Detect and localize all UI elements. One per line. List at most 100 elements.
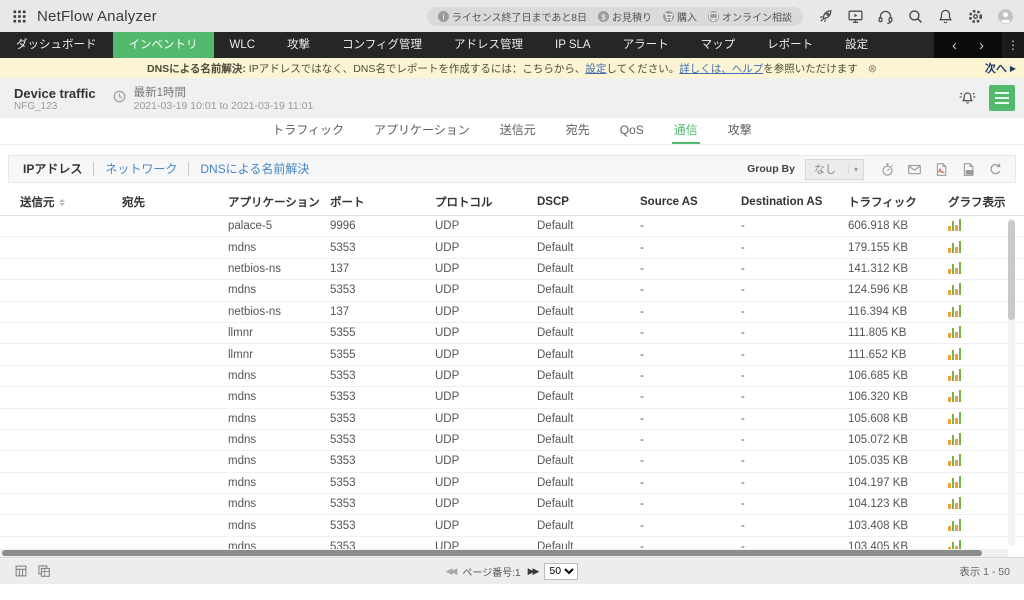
first-page-icon[interactable]: ◀◀ [446,566,456,577]
cell-protocol: UDP [435,498,537,510]
traffic-graph-icon[interactable] [948,518,961,531]
table-view-icon[interactable] [14,564,28,578]
report-tab[interactable]: 宛先 [564,118,592,144]
traffic-graph-icon[interactable] [948,496,961,509]
horizontal-scrollbar[interactable] [0,549,1008,557]
nav-item[interactable]: マップ [685,32,752,58]
traffic-graph-icon[interactable] [948,475,961,488]
traffic-graph-icon[interactable] [948,411,961,424]
traffic-graph-icon[interactable] [948,432,961,445]
column-header[interactable]: Destination AS [741,196,848,208]
pdf-icon[interactable] [934,162,949,177]
license-icon: i [438,11,449,22]
nav-item[interactable]: コンフィグ管理 [326,32,438,58]
banner-next-button[interactable]: 次へ▶ [985,58,1016,78]
refresh-icon[interactable] [988,162,1003,177]
nav-item[interactable]: WLC [214,32,272,58]
report-tab[interactable]: 通信 [672,118,700,144]
support-icon[interactable] [877,8,894,25]
settings-icon[interactable] [967,8,984,25]
cell-traffic: 105.035 KB [848,455,948,467]
column-header[interactable]: 送信元 [20,194,122,210]
column-header[interactable]: ポート [330,194,435,210]
table-row: mdns5353UDPDefault--104.123 KB [0,494,1024,515]
status-pill-item[interactable]: $お見積り [598,9,652,24]
traffic-graph-icon[interactable] [948,453,961,466]
cell-destination-as: - [741,455,848,467]
traffic-graph-icon[interactable] [948,325,961,338]
report-tab[interactable]: 送信元 [498,118,538,144]
group-by-select[interactable]: なし ▾ [805,159,864,180]
column-header[interactable]: 宛先 [122,194,228,210]
column-header[interactable]: Source AS [640,196,741,208]
nav-scroll-left-icon[interactable]: ‹ [946,37,963,54]
next-page-icon[interactable]: ▶▶ [528,566,538,577]
nav-item[interactable]: レポート [751,32,829,58]
column-header[interactable]: DSCP [537,196,640,208]
search-icon[interactable] [907,8,924,25]
avatar-icon[interactable] [997,8,1014,25]
status-pill-item[interactable]: 購入 [663,9,697,24]
sort-icon[interactable] [59,199,65,206]
alert-config-icon[interactable] [958,90,977,106]
traffic-graph-icon[interactable] [948,304,961,317]
nav-item[interactable]: IP SLA [539,32,607,58]
rocket-icon[interactable] [817,8,834,25]
traffic-graph-icon[interactable] [948,347,961,360]
traffic-graph-icon[interactable] [948,282,961,295]
report-tab[interactable]: QoS [618,118,646,144]
status-pill-item[interactable]: オンライン相談 [708,9,792,24]
report-tab[interactable]: アプリケーション [372,118,472,144]
email-icon[interactable] [907,162,922,177]
window-copy-icon[interactable] [37,564,51,578]
traffic-graph-icon[interactable] [948,368,961,381]
apps-grid-icon[interactable] [12,9,27,24]
column-header[interactable]: グラフ表示 [948,194,1008,210]
nav-item[interactable]: アラート [607,32,685,58]
demo-icon[interactable] [847,8,864,25]
column-header-label: DSCP [537,196,569,208]
banner-settings-link[interactable]: 設定 [585,63,606,75]
page-number-label: ページ番号:1 [462,564,520,579]
nav-item[interactable]: 攻撃 [271,32,326,58]
pagination: ◀◀ ページ番号:1 ▶▶ 50 [0,563,1024,580]
nav-item[interactable]: ダッシュボード [0,32,113,58]
nav-scroll-right-icon[interactable]: › [973,37,990,54]
nav-overflow-menu-icon[interactable]: ⋮ [1002,32,1024,58]
nav-item[interactable]: 設定 [829,32,884,58]
cell-source-as: - [640,263,741,275]
banner-close-icon[interactable]: ⊗ [868,63,877,75]
status-pill-item[interactable]: iライセンス終了日まであと8日 [438,9,587,24]
column-header[interactable]: アプリケーション [228,194,330,210]
table-header: 送信元宛先アプリケーションポートプロトコルDSCP Source ASDestin… [0,189,1024,216]
traffic-graph-icon[interactable] [948,240,961,253]
traffic-graph-icon[interactable] [948,218,961,231]
vertical-scrollbar-thumb[interactable] [1008,220,1015,320]
banner-help-link[interactable]: 詳しくは、ヘルプ [679,63,763,75]
cell-destination-as: - [741,541,848,549]
traffic-graph-icon[interactable] [948,261,961,274]
nav-item[interactable]: インベントリ [113,32,214,58]
view-switch-item[interactable]: ネットワーク [93,162,188,176]
csv-icon[interactable]: CSV [961,162,976,177]
schedule-icon[interactable] [880,162,895,177]
cell-dscp: Default [537,520,640,532]
traffic-graph-icon[interactable] [948,539,961,549]
traffic-graph-icon[interactable] [948,389,961,402]
nav-item[interactable]: アドレス管理 [438,32,539,58]
column-header[interactable]: トラフィック [848,194,948,210]
column-header[interactable]: プロトコル [435,194,537,210]
notifications-icon[interactable] [937,8,954,25]
table-row: llmnr5355UDPDefault--111.805 KB [0,323,1024,344]
page-size-select[interactable]: 50 [544,563,578,580]
cell-port: 5355 [330,327,435,339]
report-tab[interactable]: トラフィック [270,118,346,144]
report-tab[interactable]: 攻撃 [726,118,754,144]
vertical-scrollbar[interactable] [1008,218,1015,546]
view-switch-item[interactable]: DNSによる名前解決 [188,162,320,176]
report-menu-button[interactable] [989,85,1015,111]
column-header-label: Destination AS [741,196,822,208]
time-period[interactable]: 最新1時間 2021-03-19 10:01 to 2021-03-19 11:… [112,86,314,113]
view-switch-item[interactable]: IPアドレス [21,162,93,176]
horizontal-scrollbar-thumb[interactable] [2,550,982,556]
